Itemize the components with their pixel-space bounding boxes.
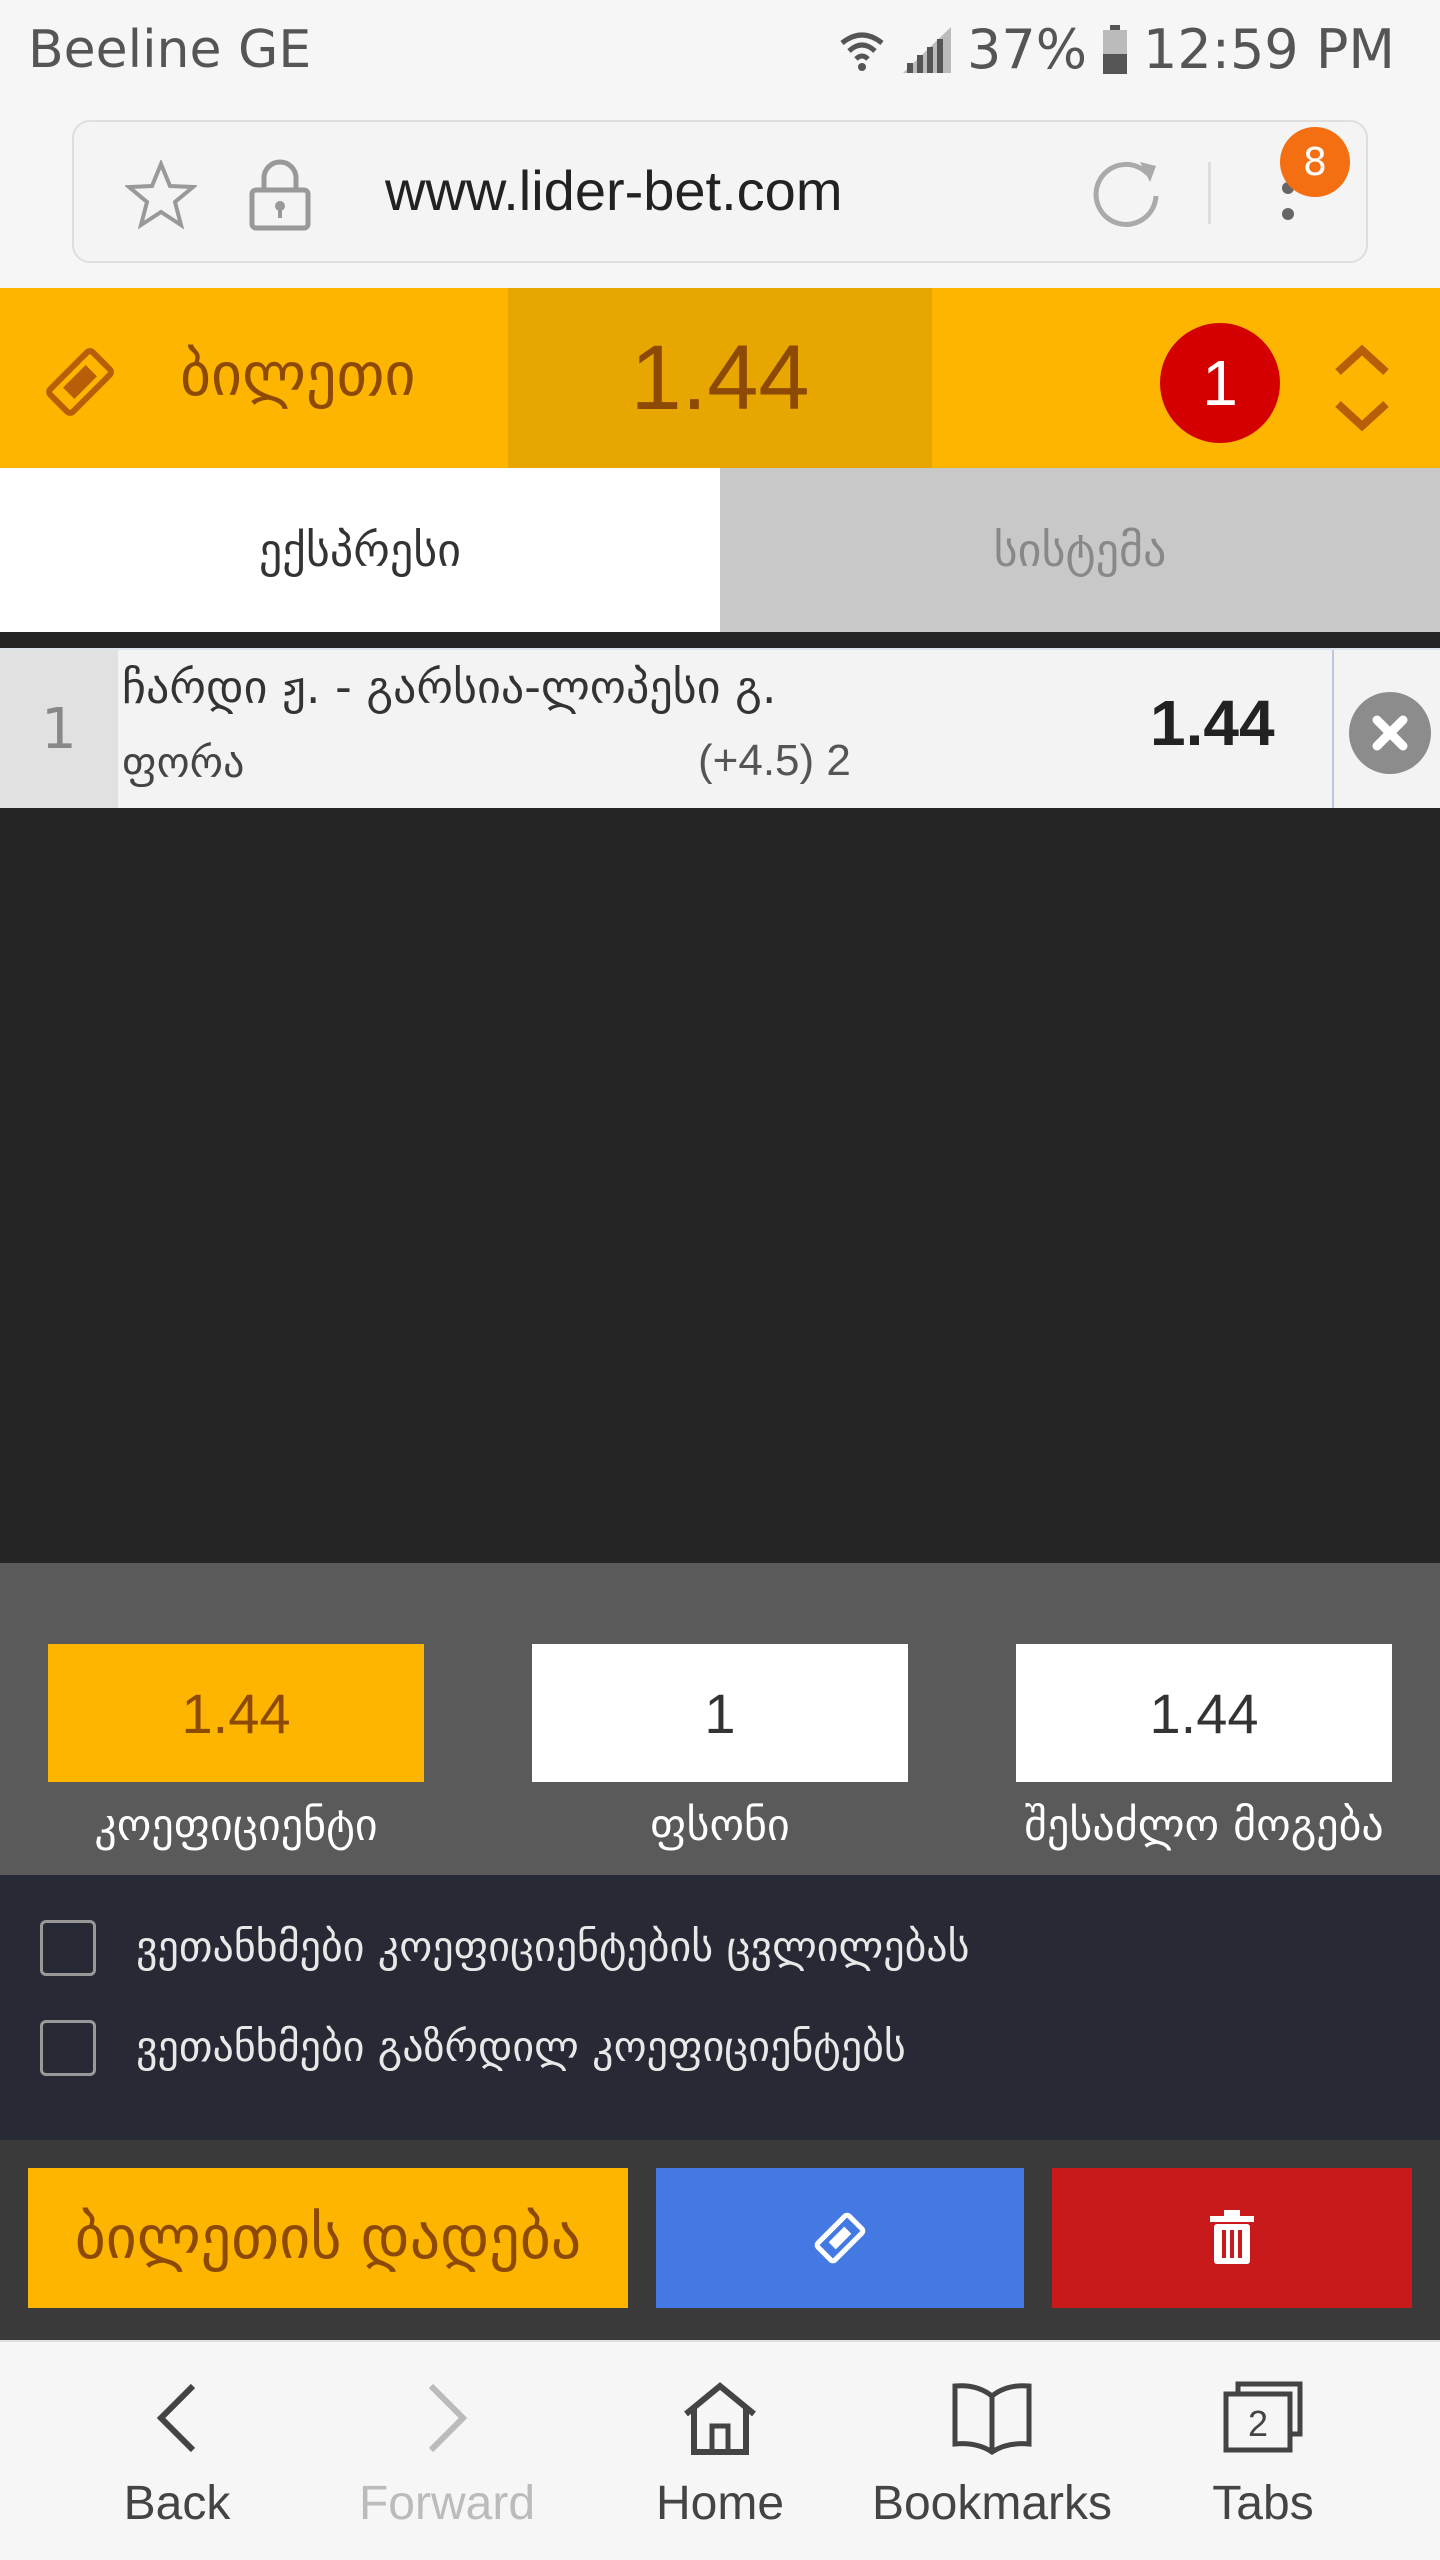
accept-odds-change-checkbox[interactable] bbox=[40, 1920, 96, 1976]
home-icon bbox=[684, 2382, 756, 2455]
total-odds: 1.44 bbox=[508, 288, 932, 468]
back-arrow-icon bbox=[156, 2383, 196, 2453]
accept-odds-change-label[interactable]: ვეთანხმები კოეფიციენტების ცვლილებას bbox=[136, 1922, 970, 1971]
place-bet-button[interactable]: ბილეთის დადება bbox=[28, 2168, 628, 2308]
bookmarks-button[interactable]: Bookmarks bbox=[857, 2360, 1127, 2550]
possible-win-label: შესაძლო მოგება bbox=[1024, 1800, 1384, 1851]
notification-badge: 8 bbox=[1280, 127, 1350, 197]
bookmarks-icon bbox=[952, 2383, 1032, 2456]
clock: 12:59 PM bbox=[1143, 18, 1395, 81]
forward-arrow-icon bbox=[428, 2383, 468, 2453]
home-label: Home bbox=[655, 2477, 785, 2530]
back-label: Back bbox=[123, 2477, 231, 2530]
reload-icon[interactable] bbox=[1090, 156, 1164, 230]
toolbar-divider bbox=[1208, 162, 1211, 224]
battery-icon bbox=[1103, 24, 1128, 74]
ticket-icon bbox=[46, 348, 114, 416]
tab-express[interactable]: ექსპრესი bbox=[0, 468, 720, 632]
bet-selection: (+4.5) 2 bbox=[698, 736, 851, 785]
stake-input[interactable] bbox=[532, 1644, 908, 1782]
tabs-count: 2 bbox=[1248, 2403, 1268, 2444]
carrier-name: Beeline GE bbox=[28, 20, 312, 80]
expand-collapse-icon[interactable] bbox=[1330, 340, 1394, 436]
possible-win-box: 1.44 bbox=[1016, 1644, 1392, 1782]
tab-system[interactable]: სისტემა bbox=[720, 468, 1440, 632]
clear-slip-button[interactable] bbox=[1052, 2168, 1412, 2308]
tabs-label: Tabs bbox=[1212, 2477, 1314, 2530]
bet-odds: 1.44 bbox=[1150, 687, 1275, 759]
trash-icon bbox=[1210, 2210, 1254, 2264]
bet-slip-title: ბილეთი bbox=[180, 340, 416, 410]
selection-count-badge: 1 bbox=[1160, 323, 1280, 443]
agreements-panel bbox=[0, 1875, 1440, 2140]
load-ticket-button[interactable] bbox=[656, 2168, 1024, 2308]
ticket-icon bbox=[814, 2212, 866, 2264]
home-button[interactable]: Home bbox=[585, 2360, 855, 2550]
accept-increased-odds-checkbox[interactable] bbox=[40, 2020, 96, 2076]
tabs-icon: 2 bbox=[1223, 2381, 1303, 2453]
bookmarks-label: Bookmarks bbox=[871, 2477, 1113, 2530]
tabs-button[interactable]: 2 Tabs bbox=[1128, 2360, 1398, 2550]
accept-increased-odds-label[interactable]: ვეთანხმები გაზრდილ კოეფიციენტებს bbox=[136, 2022, 906, 2071]
battery-percent: 37% bbox=[967, 18, 1088, 81]
bet-match-name: ჩარდი ჟ. - გარსია-ლოპესი გ. bbox=[122, 660, 777, 714]
status-icons: 37% 12:59 PM bbox=[837, 18, 1395, 81]
remove-bet-button[interactable] bbox=[1349, 692, 1431, 774]
stake-label: ფსონი bbox=[650, 1800, 790, 1851]
forward-label: Forward bbox=[358, 2477, 536, 2530]
odds-label: კოეფიციენტი bbox=[94, 1800, 378, 1851]
row-divider bbox=[1332, 650, 1334, 808]
back-button[interactable]: Back bbox=[42, 2360, 312, 2550]
star-bookmark-icon[interactable] bbox=[125, 160, 197, 230]
url-text[interactable]: www.lider-bet.com bbox=[385, 158, 842, 223]
lock-icon bbox=[249, 159, 311, 231]
wifi-icon bbox=[840, 32, 884, 71]
bet-market: ფორა bbox=[122, 738, 245, 787]
signal-icon bbox=[903, 26, 952, 73]
close-icon bbox=[1372, 715, 1408, 751]
forward-button[interactable]: Forward bbox=[312, 2360, 582, 2550]
odds-value-box: 1.44 bbox=[48, 1644, 424, 1782]
bet-index: 1 bbox=[0, 650, 118, 808]
